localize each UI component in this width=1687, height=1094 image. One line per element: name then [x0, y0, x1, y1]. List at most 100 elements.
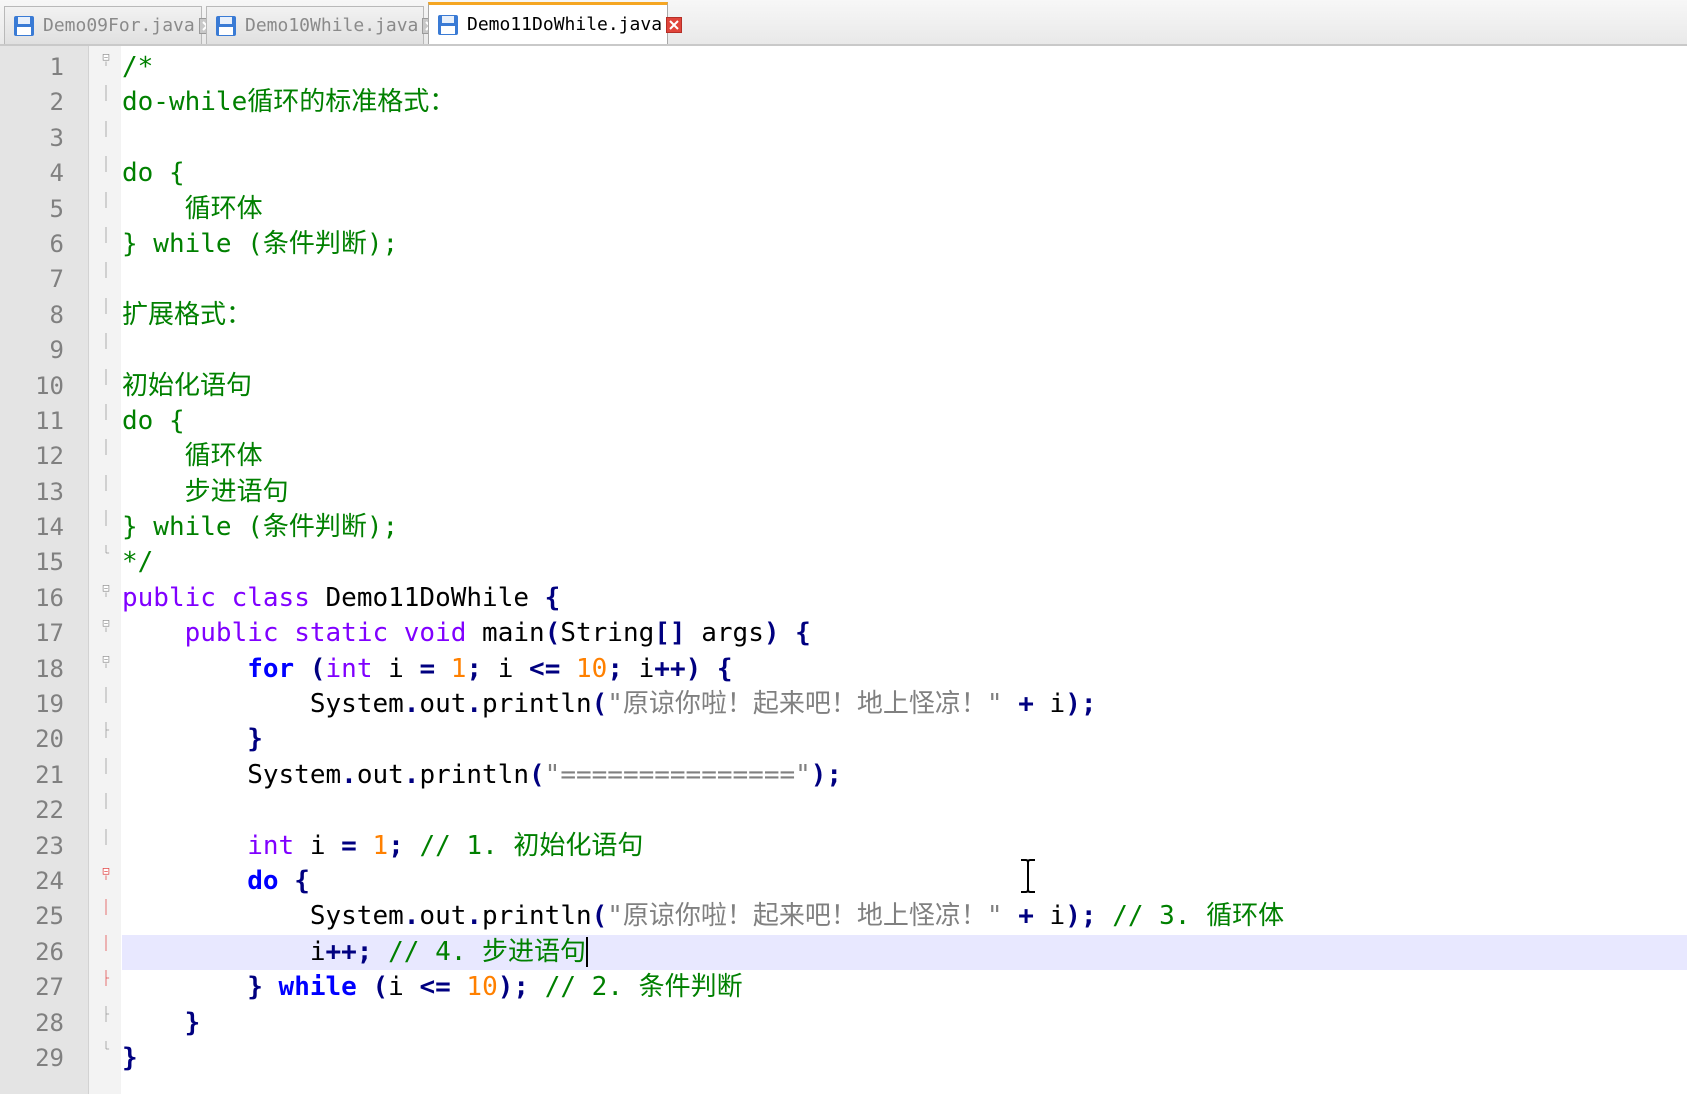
code-line[interactable]: 10 初始化语句	[0, 368, 1687, 404]
code-line-area[interactable]: 扩展格式：	[122, 298, 1687, 333]
code-line-area[interactable]: for (int i = 1; i <= 10; i++) {	[122, 652, 1687, 687]
code-token: System	[122, 759, 342, 790]
code-line-area[interactable]: 循环体	[122, 439, 1687, 474]
line-number: 2	[49, 88, 64, 117]
code-line-area[interactable]: public static void main(String[] args) {	[122, 616, 1687, 651]
code-line-area[interactable]: System.out.println("===============");	[122, 758, 1687, 793]
code-line-area[interactable]: int i = 1; // 1. 初始化语句	[122, 829, 1687, 864]
code-line[interactable]: 17 public static void main(String[] args…	[0, 616, 1687, 651]
code-line[interactable]: 13 步进语句	[0, 474, 1687, 510]
code-line-area[interactable]: 初始化语句	[122, 369, 1687, 404]
code-token: .	[403, 689, 420, 720]
code-line[interactable]: 12 循环体	[0, 439, 1687, 474]
code-line-area[interactable]: } while (i <= 10); // 2. 条件判断	[122, 970, 1687, 1005]
code-token: );	[810, 759, 843, 790]
code-text: do {	[122, 404, 185, 439]
fold-collapse-icon[interactable]	[98, 652, 114, 668]
code-line[interactable]: 22	[0, 793, 1687, 828]
code-line[interactable]: 25 System.out.println("原谅你啦！起来吧！地上怪凉！" +…	[0, 899, 1687, 934]
code-line[interactable]: 4 do {	[0, 156, 1687, 191]
fold-line	[105, 793, 107, 810]
code-token: class	[231, 582, 310, 613]
code-line-area[interactable]: } while (条件判断);	[122, 510, 1687, 545]
code-token: static	[294, 618, 389, 649]
code-line-area[interactable]: System.out.println("原谅你啦！起来吧！地上怪凉！" + i)…	[122, 899, 1687, 934]
code-token: // 3. 循环体	[1112, 901, 1285, 932]
code-line[interactable]: 27 } while (i <= 10); // 2. 条件判断	[0, 970, 1687, 1005]
code-line[interactable]: 16 public class Demo11DoWhile {	[0, 581, 1687, 616]
code-line-area[interactable]: System.out.println("原谅你啦！起来吧！地上怪凉！" + i)…	[122, 687, 1687, 722]
code-editor[interactable]: 1 /* 2 do-while循环的标准格式： 3 4 do {5 循环体 6} while …	[0, 46, 1687, 1094]
code-line[interactable]: 1 /*	[0, 50, 1687, 85]
code-line[interactable]: 29}	[0, 1040, 1687, 1076]
code-text: 循环体	[122, 192, 263, 227]
code-line-area[interactable]: 步进语句	[122, 475, 1687, 510]
code-token: .	[403, 759, 420, 790]
code-line[interactable]: 6} while (条件判断);	[0, 226, 1687, 262]
code-line-area[interactable]	[122, 121, 1687, 156]
code-line[interactable]: 15 */	[0, 545, 1687, 580]
code-line-area[interactable]: }	[122, 722, 1687, 757]
tab-demo11dowhile[interactable]: Demo11DoWhile.java	[428, 2, 683, 44]
code-token: {	[544, 582, 561, 613]
close-icon[interactable]	[666, 16, 683, 33]
code-line-area[interactable]: do {	[122, 156, 1687, 191]
code-line-area[interactable]: do-while循环的标准格式：	[122, 85, 1687, 120]
code-line-area[interactable]	[122, 333, 1687, 368]
code-line[interactable]: 19 System.out.println("原谅你啦！起来吧！地上怪凉！" +…	[0, 687, 1687, 722]
code-line[interactable]: 8 扩展格式：	[0, 297, 1687, 333]
code-line[interactable]: 23 int i = 1; // 1. 初始化语句	[0, 828, 1687, 864]
code-line[interactable]: 20 }	[0, 722, 1687, 757]
fold-collapse-icon[interactable]	[98, 581, 114, 597]
code-line-area[interactable]: } while (条件判断);	[122, 227, 1687, 262]
code-line-area[interactable]: i++; // 4. 步进语句	[122, 934, 1687, 971]
code-line-area[interactable]: public class Demo11DoWhile {	[122, 581, 1687, 616]
code-line-area[interactable]: /*	[122, 50, 1687, 85]
code-line[interactable]: 2 do-while循环的标准格式：	[0, 85, 1687, 120]
code-line[interactable]: 14} while (条件判断);	[0, 510, 1687, 545]
code-token: */	[122, 547, 154, 578]
code-text: }	[122, 722, 263, 757]
code-line-area[interactable]: do {	[122, 404, 1687, 439]
fold-line	[105, 191, 107, 208]
code-line[interactable]: 9	[0, 333, 1687, 368]
tab-label: Demo09For.java	[43, 15, 195, 36]
code-line-area[interactable]: }	[122, 1006, 1687, 1041]
fold-end-marker	[105, 722, 110, 739]
code-line[interactable]: 18 for (int i = 1; i <= 10; i++) {	[0, 652, 1687, 687]
fold-collapse-icon[interactable]	[98, 864, 114, 880]
code-line[interactable]: 7	[0, 262, 1687, 297]
code-line-area[interactable]: }	[122, 1041, 1687, 1076]
code-token: ;	[607, 653, 623, 684]
tab-demo10while[interactable]: Demo10While.java	[206, 6, 439, 44]
code-line-area[interactable]: 循环体	[122, 192, 1687, 227]
code-token: do {	[122, 158, 185, 189]
code-line[interactable]: 26 i++; // 4. 步进语句	[0, 934, 1687, 971]
code-token: ;	[388, 830, 404, 861]
code-line-area[interactable]: */	[122, 545, 1687, 580]
code-line[interactable]: 28 }	[0, 1005, 1687, 1041]
code-line[interactable]: 5 循环体	[0, 191, 1687, 227]
code-token: for	[247, 653, 295, 684]
code-token: do-while循环的标准格式：	[122, 87, 456, 118]
fold-collapse-icon[interactable]	[98, 50, 114, 66]
tab-demo09for[interactable]: Demo09For.java	[4, 6, 215, 44]
line-number: 1	[49, 53, 64, 81]
code-line[interactable]: 24 do {	[0, 864, 1687, 899]
fold-collapse-icon[interactable]	[98, 616, 114, 633]
code-line[interactable]: 3	[0, 120, 1687, 156]
line-number: 21	[35, 760, 64, 789]
code-line[interactable]: 11 do {	[0, 403, 1687, 439]
code-text: public static void main(String[] args) {	[122, 616, 811, 651]
code-token: 1	[372, 830, 389, 861]
code-line[interactable]: 21 System.out.println("===============")…	[0, 757, 1687, 793]
code-token: {	[716, 653, 733, 684]
text-caret	[586, 937, 589, 968]
code-line-area[interactable]	[122, 793, 1687, 828]
code-line-area[interactable]: do {	[122, 864, 1687, 899]
code-line-area[interactable]	[122, 262, 1687, 297]
code-token: }	[122, 1042, 138, 1073]
